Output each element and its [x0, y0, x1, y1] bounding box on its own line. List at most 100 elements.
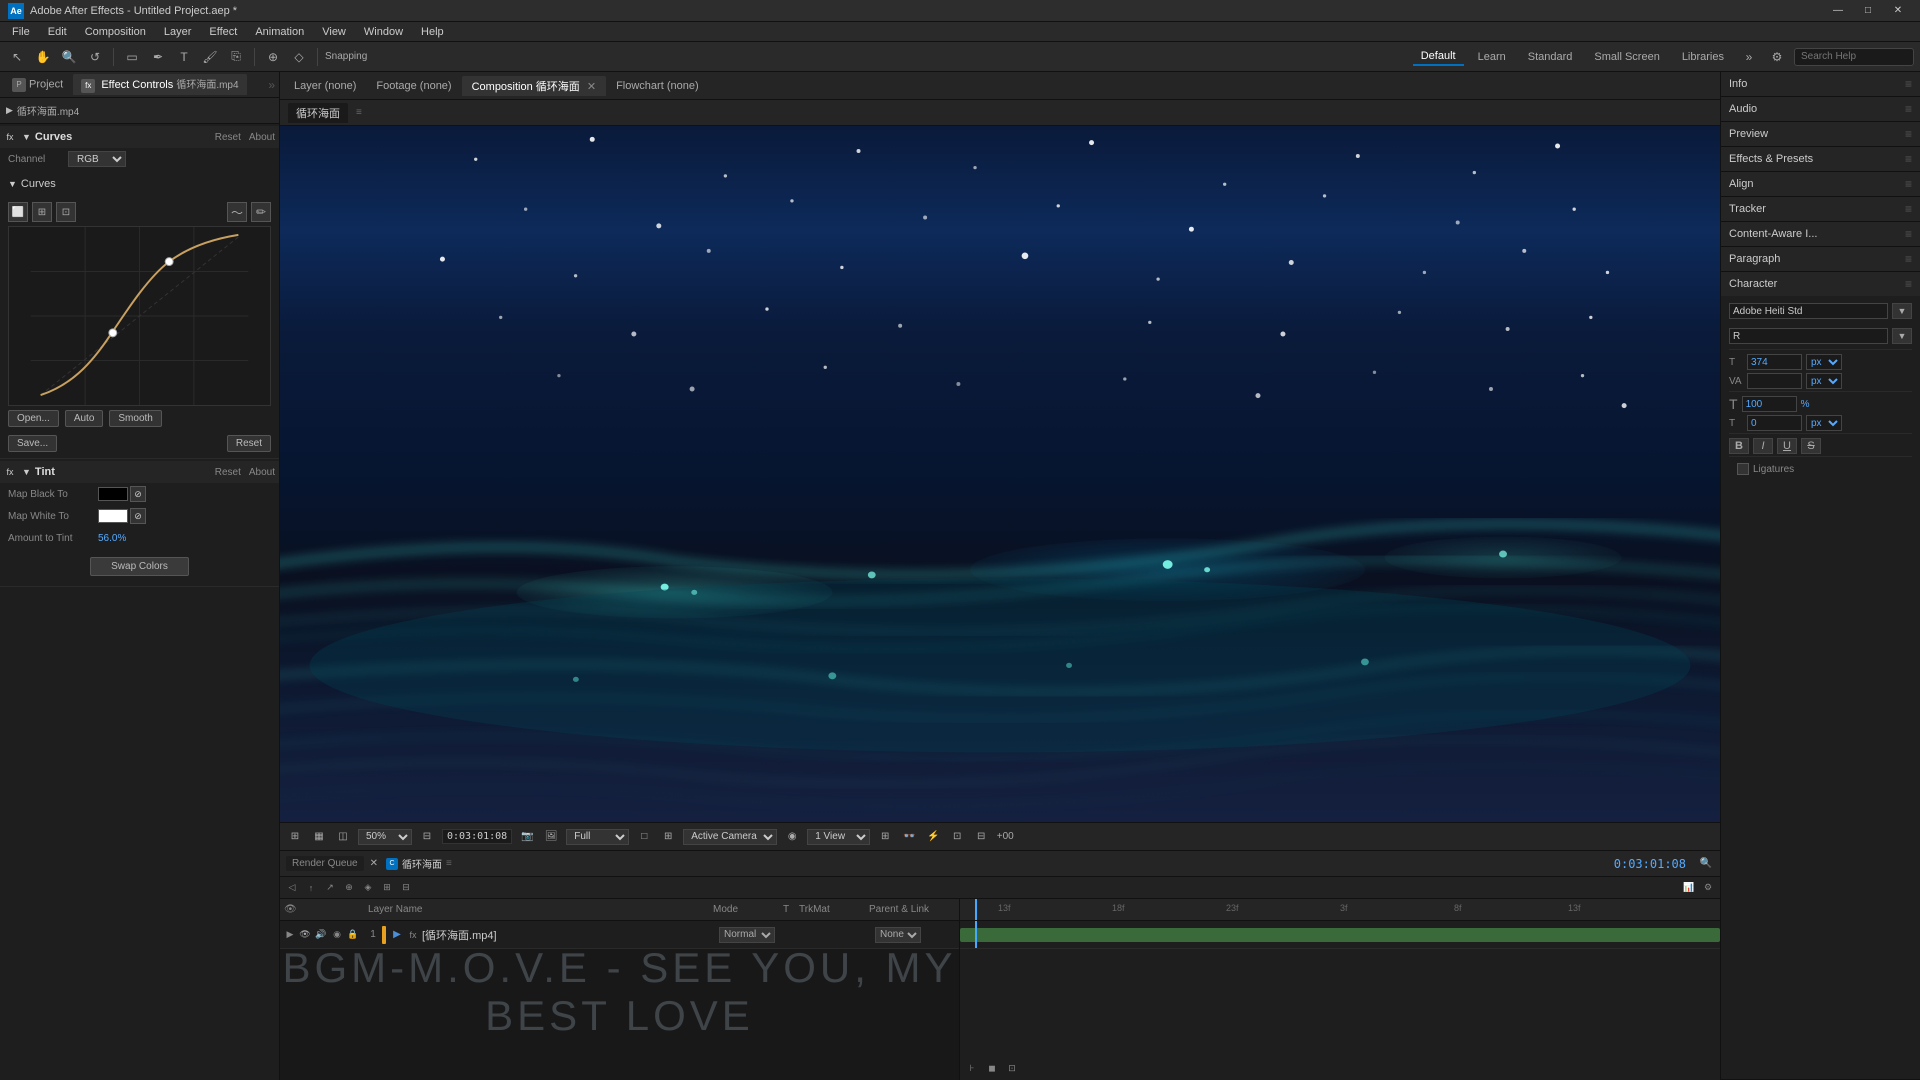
comp-cam-icon[interactable]: ◉: [783, 828, 801, 846]
tool-rect[interactable]: ▭: [121, 46, 143, 68]
effect-controls-tab[interactable]: fx Effect Controls 循环海面.mp4: [73, 74, 246, 95]
layer-mode-select[interactable]: Normal Add Multiply: [719, 927, 775, 943]
info-header[interactable]: Info ≡: [1721, 72, 1920, 96]
map-black-swatch[interactable]: [98, 487, 128, 501]
curve-tool-smooth-draw[interactable]: ✏: [251, 202, 271, 222]
tl-btn-hide[interactable]: ⊟: [398, 880, 414, 896]
baseline-unit-select[interactable]: px: [1806, 415, 1842, 431]
bold-btn[interactable]: B: [1729, 438, 1749, 454]
comp-show-snap[interactable]: 🖼: [542, 828, 560, 846]
curve-smooth-btn[interactable]: Smooth: [109, 410, 161, 427]
menu-effect[interactable]: Effect: [201, 24, 245, 40]
audio-more[interactable]: ≡: [1905, 102, 1912, 116]
render-queue-tab[interactable]: Render Queue: [286, 856, 364, 871]
close-button[interactable]: ✕: [1884, 0, 1912, 22]
tint-reset-btn[interactable]: Reset: [215, 467, 241, 478]
audio-header[interactable]: Audio ≡: [1721, 97, 1920, 121]
tool-shape[interactable]: ◇: [288, 46, 310, 68]
scale-h-input[interactable]: [1742, 396, 1797, 412]
curve-tool-node[interactable]: ⬜: [8, 202, 28, 222]
menu-file[interactable]: File: [4, 24, 38, 40]
channel-select[interactable]: RGB Red Green Blue Alpha: [68, 151, 126, 167]
ligatures-checkbox[interactable]: [1737, 463, 1749, 475]
info-more[interactable]: ≡: [1905, 77, 1912, 91]
tint-expand[interactable]: ▼: [22, 467, 31, 477]
content-aware-more[interactable]: ≡: [1905, 227, 1912, 241]
tab-composition[interactable]: Composition 循环海面 ✕: [462, 76, 606, 96]
amount-value[interactable]: 56.0%: [98, 533, 126, 544]
effects-more[interactable]: ≡: [1905, 152, 1912, 166]
comp-camera-select[interactable]: Active Camera: [683, 829, 777, 845]
va-input[interactable]: [1747, 373, 1802, 389]
comp-grid-guide[interactable]: ⊡: [948, 828, 966, 846]
character-header[interactable]: Character ≡: [1721, 272, 1920, 296]
render-queue-close[interactable]: ✕: [370, 858, 378, 869]
tab-layer[interactable]: Layer (none): [284, 78, 366, 94]
timeline-current-time[interactable]: 0:03:01:08: [1614, 857, 1686, 871]
tool-puppet[interactable]: ⊕: [262, 46, 284, 68]
timeline-comp-tab[interactable]: 循环海面: [402, 856, 442, 871]
layer-video-toggle[interactable]: 👁: [298, 928, 312, 942]
comp-display-btn[interactable]: ▦: [310, 828, 328, 846]
tool-select[interactable]: ↖: [6, 46, 28, 68]
curve-reset-btn[interactable]: Reset: [227, 435, 271, 452]
content-aware-header[interactable]: Content-Aware I... ≡: [1721, 222, 1920, 246]
ec-expand-arrow[interactable]: ▶: [6, 105, 13, 116]
preview-header[interactable]: Preview ≡: [1721, 122, 1920, 146]
restore-button[interactable]: □: [1854, 0, 1882, 22]
tool-pen[interactable]: ✒: [147, 46, 169, 68]
curves-about-btn[interactable]: About: [249, 132, 275, 143]
comp-view-layout[interactable]: ⊞: [876, 828, 894, 846]
comp-current-time[interactable]: 0:03:01:08: [442, 829, 512, 844]
curve-canvas[interactable]: [8, 226, 271, 406]
curve-tool-pencil[interactable]: 〜: [227, 202, 247, 222]
tint-about-btn[interactable]: About: [249, 467, 275, 478]
track-playhead[interactable]: [975, 899, 977, 920]
comp-zoom-fit[interactable]: ⊟: [418, 828, 436, 846]
italic-btn[interactable]: I: [1753, 438, 1773, 454]
font-browse-btn[interactable]: ▼: [1892, 303, 1912, 319]
menu-layer[interactable]: Layer: [156, 24, 200, 40]
tl-btn-cue[interactable]: ⊞: [379, 880, 395, 896]
layer-name[interactable]: [循环海面.mp4]: [422, 927, 719, 943]
tracker-more[interactable]: ≡: [1905, 202, 1912, 216]
menu-composition[interactable]: Composition: [77, 24, 154, 40]
workspace-learn[interactable]: Learn: [1470, 49, 1514, 65]
workspace-more[interactable]: »: [1738, 46, 1760, 68]
comp-toggle-pixel[interactable]: ⊟: [972, 828, 990, 846]
align-more[interactable]: ≡: [1905, 177, 1912, 191]
layer-lock[interactable]: 🔒: [346, 928, 360, 942]
tool-paint[interactable]: 🖌: [199, 46, 221, 68]
tint-fx-toggle[interactable]: fx: [4, 466, 16, 478]
comp-view-select[interactable]: 1 View 2 Views 4 Views: [807, 829, 870, 845]
font-style-browse-btn[interactable]: ▼: [1892, 328, 1912, 344]
tl-btn-lift[interactable]: ↑: [303, 880, 319, 896]
tab-comp-close[interactable]: ✕: [587, 81, 596, 93]
track-zoom-fit[interactable]: ⊡: [1004, 1060, 1020, 1076]
tl-btn-graph[interactable]: 📊: [1681, 880, 1697, 896]
curves-header[interactable]: fx ▼ Curves Reset About: [0, 126, 279, 148]
tl-btn-comp-marker[interactable]: ◈: [360, 880, 376, 896]
curves-sub-expand[interactable]: ▼: [8, 179, 17, 189]
comp-trans-grid[interactable]: ⊞: [659, 828, 677, 846]
tab-footage[interactable]: Footage (none): [366, 78, 461, 94]
tl-btn-ripple[interactable]: ⊕: [341, 880, 357, 896]
timeline-comp-menu[interactable]: ≡: [446, 858, 452, 869]
tool-zoom[interactable]: 🔍: [58, 46, 80, 68]
strikethrough-btn[interactable]: S: [1801, 438, 1821, 454]
menu-view[interactable]: View: [314, 24, 354, 40]
menu-help[interactable]: Help: [413, 24, 452, 40]
comp-always-preview[interactable]: +00: [996, 828, 1014, 846]
paragraph-more[interactable]: ≡: [1905, 252, 1912, 266]
workspace-icon[interactable]: ⚙: [1766, 46, 1788, 68]
comp-tab-label[interactable]: 循环海面: [288, 103, 348, 123]
paragraph-header[interactable]: Paragraph ≡: [1721, 247, 1920, 271]
workspace-standard[interactable]: Standard: [1520, 49, 1581, 65]
align-header[interactable]: Align ≡: [1721, 172, 1920, 196]
font-name-input[interactable]: [1729, 303, 1888, 319]
comp-fast-preview[interactable]: ⚡: [924, 828, 942, 846]
tl-btn-settings[interactable]: ⚙: [1700, 880, 1716, 896]
tracker-header[interactable]: Tracker ≡: [1721, 197, 1920, 221]
comp-tab-more[interactable]: ≡: [356, 107, 362, 118]
track-bar-0[interactable]: [960, 928, 1720, 942]
